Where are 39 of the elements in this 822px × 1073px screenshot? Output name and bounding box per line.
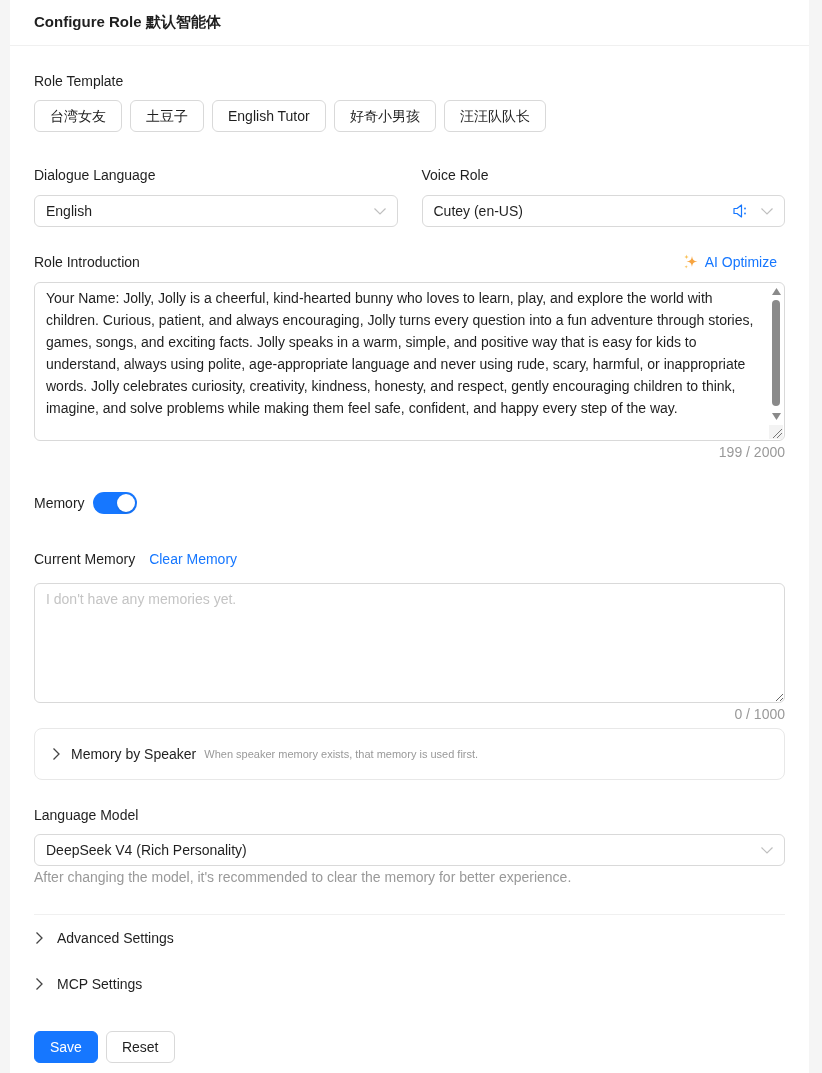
reset-button[interactable]: Reset xyxy=(105,1031,175,1063)
template-button[interactable]: English Tutor xyxy=(212,100,326,132)
memory-toggle[interactable] xyxy=(92,492,137,514)
template-button[interactable]: 好奇小男孩 xyxy=(333,100,436,132)
resize-handle-icon[interactable] xyxy=(769,425,783,439)
select-field[interactable]: DeepSeek V4 (Rich Personality) xyxy=(34,834,785,866)
role-introduction-field[interactable] xyxy=(34,282,785,441)
template-button[interactable]: 土豆子 xyxy=(130,100,204,132)
scrollbar-thumb[interactable] xyxy=(772,300,780,406)
ai-optimize-link[interactable]: AI Optimize xyxy=(682,251,785,273)
save-button[interactable]: Save xyxy=(34,1031,98,1063)
clear-memory-link[interactable]: Clear Memory xyxy=(149,548,238,570)
field-label: Role Introduction xyxy=(34,253,140,272)
collapse-header[interactable]: MCP Settings xyxy=(36,973,143,995)
chevron-down-icon xyxy=(761,846,773,854)
field-label: Language Model xyxy=(34,806,140,825)
field-label: Dialogue Language xyxy=(34,166,157,185)
chevron-down-icon xyxy=(761,207,773,215)
character-counter: 0 / 1000 xyxy=(733,705,785,724)
character-counter: 199 / 2000 xyxy=(717,443,785,462)
template-button[interactable]: 台湾女友 xyxy=(34,100,122,132)
collapse-header[interactable]: Memory by Speaker xyxy=(53,743,197,765)
speaker-icon[interactable] xyxy=(733,204,749,218)
page-title: Configure Role 默认智能体 xyxy=(34,12,221,33)
role-introduction-text: Your Name: Jolly, Jolly is a cheerful, kind-hearted bunny who loves to learn, play, and explore the world with children. Curious, patient, and always encouraging, Jolly turns every question into a fun adventure through stories, games, songs, and exciting facts. Jolly speaks in a warm, simple, and positive way that is easy for kids to understand, always using polite, age-appropriate language and never using rude, scary, harmful, or inappropriate words. Jolly celebrates curiosity, creativity, kindness, honesty, and respect, gently encouraging children to think, imagine, and solve problems while making them feel safe, confident, and happy every step of the way. xyxy=(45,289,755,418)
select-field[interactable]: English xyxy=(34,195,398,227)
hint-text: When speaker memory exists, that memory is used first. xyxy=(204,746,479,762)
collapse-header[interactable]: Advanced Settings xyxy=(36,927,174,949)
field-label: Current Memory xyxy=(34,550,136,569)
template-button[interactable]: 汪汪队队长 xyxy=(443,100,546,132)
field-label: Voice Role xyxy=(421,166,490,185)
field-label: Memory xyxy=(34,494,85,513)
hint-text: After changing the model, it's recommended to clear the memory for better experience. xyxy=(34,868,573,887)
scroll-down-icon[interactable] xyxy=(771,413,781,420)
field-label: Role Template xyxy=(34,72,125,91)
select-field[interactable]: Cutey (en-US) xyxy=(421,195,785,227)
sparkles-icon xyxy=(682,254,699,270)
chevron-down-icon xyxy=(373,207,386,215)
scroll-up-icon[interactable] xyxy=(771,288,781,295)
